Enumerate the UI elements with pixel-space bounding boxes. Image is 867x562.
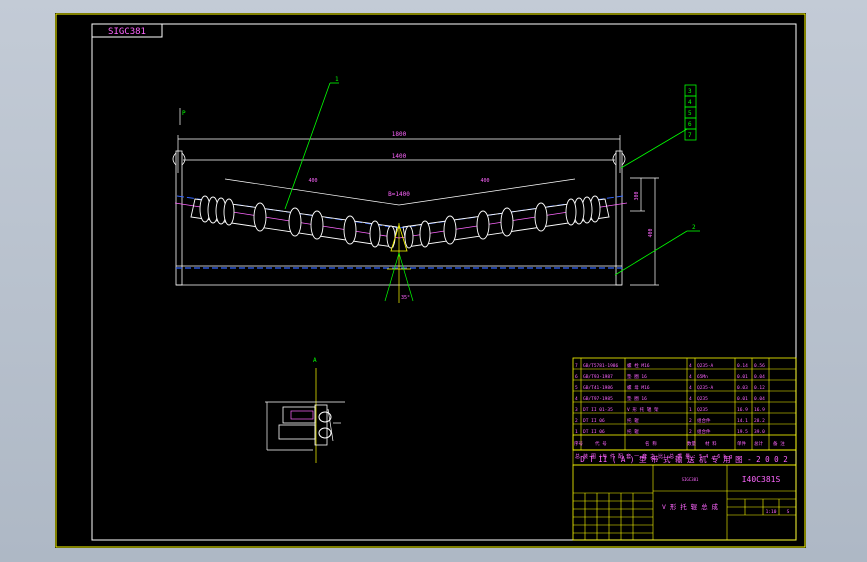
svg-text:托 辊: 托 辊 [627,428,639,435]
svg-text:16.9: 16.9 [754,407,765,413]
svg-text:代 号: 代 号 [595,440,607,447]
svg-text:0.01: 0.01 [737,374,748,380]
p-marker: P [182,110,186,117]
svg-text:Q235: Q235 [697,396,708,402]
dim-mid-right: 400 [480,178,489,184]
svg-text:2: 2 [689,418,692,424]
svg-text:Q235-A: Q235-A [697,363,714,369]
svg-text:0.14: 0.14 [737,363,748,369]
svg-text:DT II 01-35: DT II 01-35 [583,407,613,413]
svg-text:0.04: 0.04 [754,374,765,380]
svg-text:16.9: 16.9 [737,407,748,413]
leader-7: 7 [688,132,692,139]
parts-row: 2 DT II 06 托 辊 2 组合件 14.1 28.2 [575,417,765,424]
svg-text:3: 3 [575,407,578,413]
parts-row: 3 DT II 01-35 V 形 托 辊 架 1 Q235 16.9 16.9 [575,406,765,413]
svg-text:0.12: 0.12 [754,385,765,391]
svg-text:19.5: 19.5 [737,429,748,435]
svg-text:螺 栓 M16: 螺 栓 M16 [627,362,650,369]
svg-text:组合件: 组合件 [697,428,711,435]
svg-text:材 料: 材 料 [705,440,717,447]
svg-text:4: 4 [689,374,692,380]
dim-side-a: 300 [634,191,640,200]
svg-text:螺 母 M16: 螺 母 M16 [627,384,650,391]
svg-text:2: 2 [689,429,692,435]
scale: 1:10 [766,509,777,515]
parts-row: 5 GB/T41-1986 螺 母 M16 4 Q235-A 0.03 0.12 [575,384,765,391]
svg-text:39.0: 39.0 [754,429,765,435]
svg-text:0.04: 0.04 [754,396,765,402]
parts-row: 1 DT II 06 托 辊 2 组合件 19.5 39.0 [575,428,765,435]
svg-text:GB/T5781-1986: GB/T5781-1986 [583,363,619,369]
drawing-no-small: SIGC381 [682,477,699,482]
drawing-sheet: SIGC381 1800 1400 B=1400 400 400 35° 400… [55,13,806,548]
svg-text:5: 5 [575,385,578,391]
svg-text:14.1: 14.1 [737,418,748,424]
leader-4: 4 [688,99,692,106]
dim-overall: 1800 [392,131,407,138]
svg-text:DT II 06: DT II 06 [583,418,605,424]
svg-text:GB/T93-1987: GB/T93-1987 [583,374,613,380]
leader-2: 2 [692,224,696,231]
svg-text:GB/T97-1985: GB/T97-1985 [583,396,613,402]
svg-text:V 形 托 辊 架: V 形 托 辊 架 [627,406,659,413]
svg-text:28.2: 28.2 [754,418,765,424]
svg-text:总计: 总计 [754,440,763,447]
svg-text:7: 7 [575,363,578,369]
svg-text:备 注: 备 注 [773,440,785,447]
svg-text:名 称: 名 称 [645,440,657,447]
detail-label: A [313,357,317,364]
svg-text:序号: 序号 [574,440,583,447]
dim-height: 400 [648,228,654,237]
parts-header: 序号 代 号 名 称 数量 材 料 单件 总计 备 注 [574,440,785,447]
svg-text:65Mn: 65Mn [697,374,708,380]
series-title: D T II ( A ) 型 带 式 输 送 机 专 用 图 - 2 0 0 2 [580,454,787,464]
svg-text:数量: 数量 [687,440,696,447]
dim-mid-left: 400 [308,178,317,184]
svg-text:DT II 06: DT II 06 [583,429,605,435]
parts-row: 6 GB/T93-1987 垫 圈 16 4 65Mn 0.01 0.04 [575,373,765,380]
svg-text:4: 4 [689,396,692,402]
parts-row: 7 GB/T5781-1986 螺 栓 M16 4 Q235-A 0.14 0.… [575,362,765,369]
dim-inner: 1400 [392,153,407,160]
svg-text:4: 4 [689,363,692,369]
drawing-no: I40C381S [742,475,781,484]
svg-text:0.01: 0.01 [737,396,748,402]
code-box-text: SIGC381 [108,27,146,37]
leader-1-line [284,82,331,210]
leader-6: 6 [688,121,692,128]
svg-text:垫 圈 16: 垫 圈 16 [627,395,647,402]
detail-view: A [265,357,345,463]
outer-frame [55,13,806,548]
dim-angle: 35° [401,295,410,301]
svg-text:垫 圈 16: 垫 圈 16 [627,373,647,380]
svg-text:组合件: 组合件 [697,417,711,424]
svg-text:单件: 单件 [737,440,746,447]
main-view: 1800 1400 B=1400 400 400 35° 400 300 P 1… [172,76,700,303]
leader-3-line [620,128,688,169]
svg-text:托 辊: 托 辊 [627,417,639,424]
svg-text:4: 4 [689,385,692,391]
parts-row: 4 GB/T97-1985 垫 圈 16 4 Q235 0.01 0.04 [575,395,765,402]
svg-text:Q235-A: Q235-A [697,385,714,391]
svg-text:1: 1 [575,429,578,435]
svg-text:Q235: Q235 [697,407,708,413]
stage: S [787,509,790,515]
svg-text:2: 2 [575,418,578,424]
svg-text:6: 6 [575,374,578,380]
svg-text:GB/T41-1986: GB/T41-1986 [583,385,613,391]
cad-drawing: SIGC381 1800 1400 B=1400 400 400 35° 400… [55,13,806,548]
svg-text:4: 4 [575,396,578,402]
svg-text:0.03: 0.03 [737,385,748,391]
svg-text:0.56: 0.56 [754,363,765,369]
assembly-name: V 形 托 辊 总 成 [662,502,718,511]
title-block: 7 GB/T5781-1986 螺 栓 M16 4 Q235-A 0.14 0.… [572,357,797,541]
dim-belt-width: B=1400 [388,191,410,198]
leader-5: 5 [688,110,692,117]
leader-1: 1 [335,76,339,83]
leader-3: 3 [688,88,692,95]
svg-text:1: 1 [689,407,692,413]
